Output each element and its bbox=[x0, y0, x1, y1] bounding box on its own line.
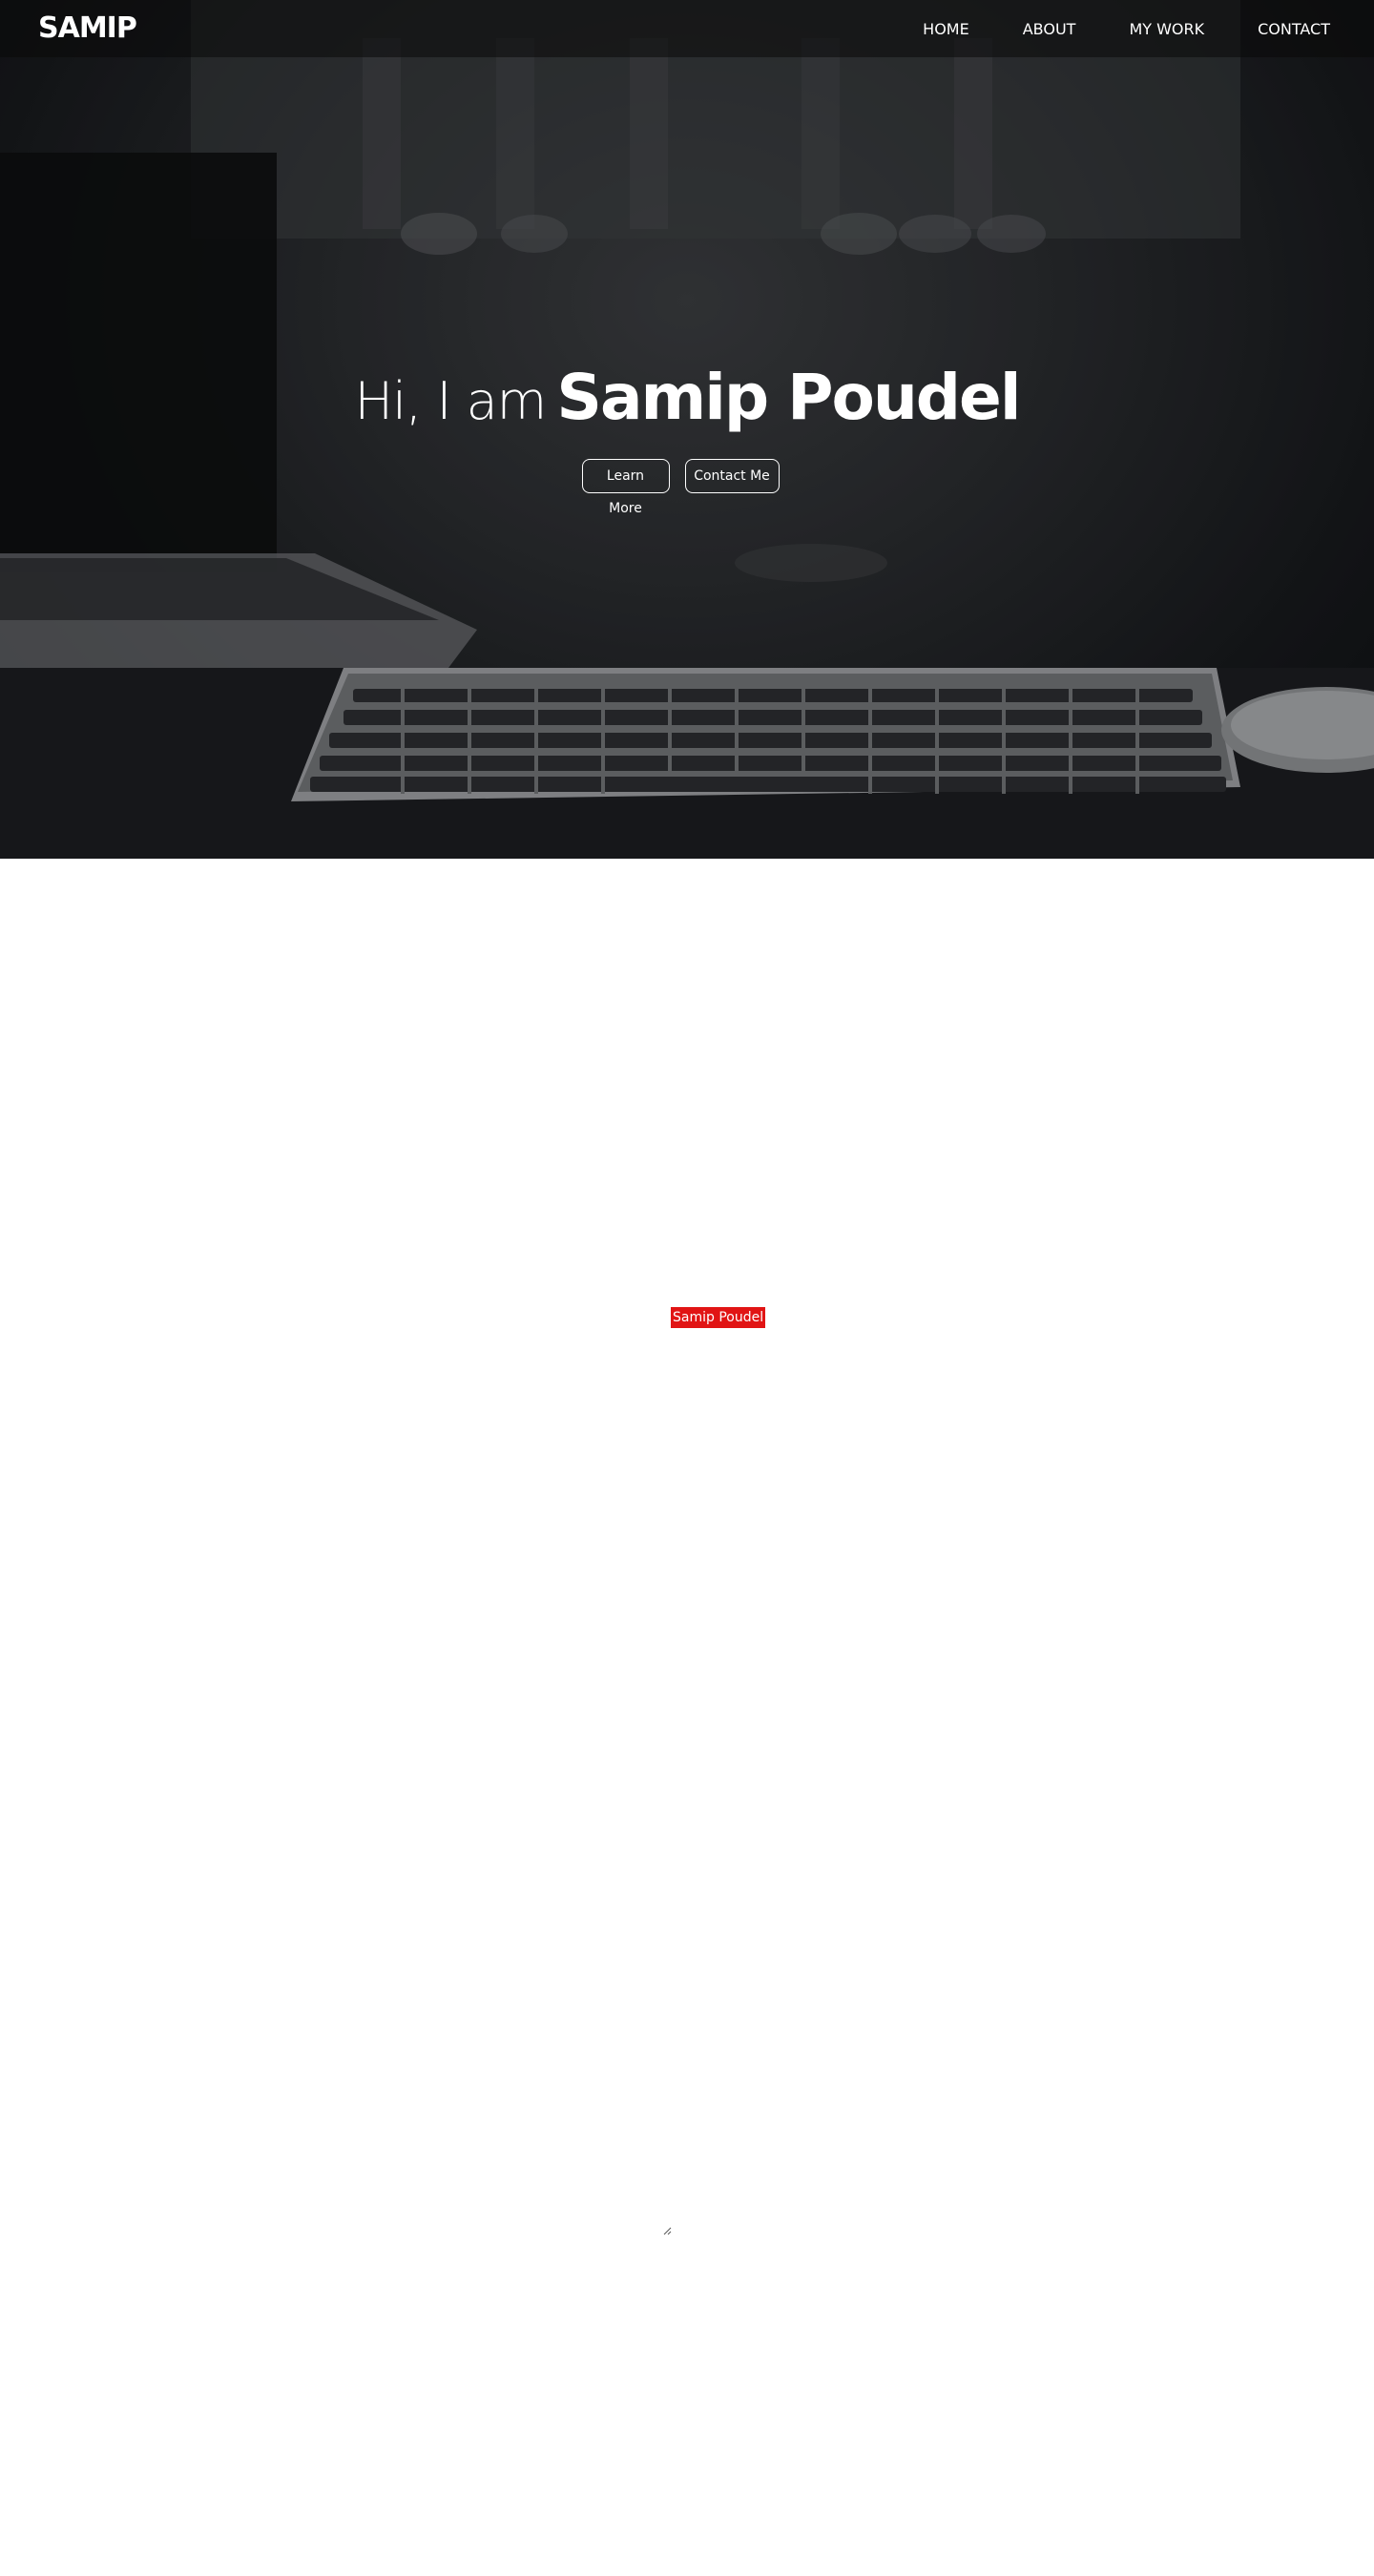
resize-handle-icon[interactable] bbox=[662, 2226, 672, 2235]
hero-name: Samip Poudel bbox=[556, 361, 1021, 434]
about-name-badge: Samip Poudel bbox=[671, 1307, 766, 1328]
nav-links: HOME ABOUT MY WORK CONTACT bbox=[869, 0, 1330, 57]
hero-greeting: Hi, I am bbox=[354, 371, 548, 431]
nav-link-my-work[interactable]: MY WORK bbox=[1129, 20, 1204, 38]
page: Hi, I am Samip Poudel Learn More Contact… bbox=[0, 0, 1374, 2576]
contact-me-button[interactable]: Contact Me bbox=[684, 459, 780, 493]
hero-heading: Hi, I am Samip Poudel bbox=[0, 361, 1374, 434]
nav-link-home[interactable]: HOME bbox=[923, 20, 969, 38]
nav-link-about[interactable]: ABOUT bbox=[1023, 20, 1076, 38]
hero-section: Hi, I am Samip Poudel Learn More Contact… bbox=[0, 0, 1374, 859]
top-navbar: SAMIP HOME ABOUT MY WORK CONTACT bbox=[0, 0, 1374, 57]
brand-logo[interactable]: SAMIP bbox=[38, 10, 137, 48]
learn-more-button[interactable]: Learn More bbox=[581, 459, 670, 516]
hero-button-group: Learn More Contact Me bbox=[0, 459, 1374, 516]
nav-link-contact[interactable]: CONTACT bbox=[1258, 20, 1330, 38]
